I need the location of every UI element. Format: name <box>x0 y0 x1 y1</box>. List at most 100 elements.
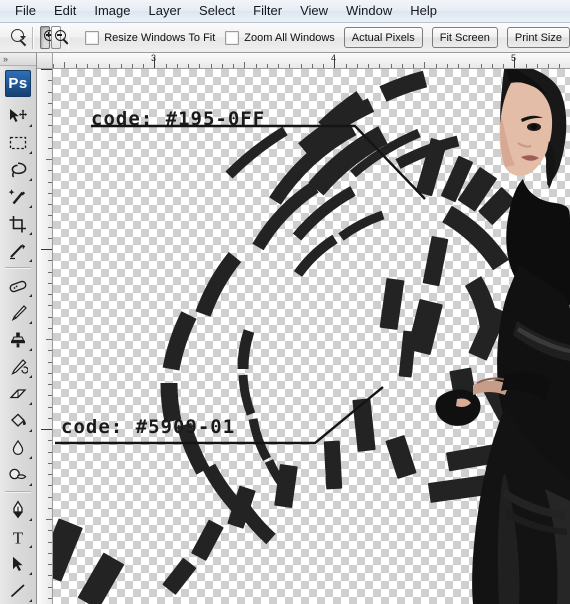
menu-view[interactable]: View <box>291 1 337 21</box>
ruler-tick <box>48 575 52 576</box>
flyout-corner-icon[interactable] <box>29 483 32 486</box>
ruler-tick <box>447 64 448 68</box>
menu-help[interactable]: Help <box>401 1 446 21</box>
rectangular-marquee-tool[interactable] <box>3 129 33 156</box>
blur-tool[interactable] <box>3 434 33 461</box>
flyout-corner-icon[interactable] <box>29 518 32 521</box>
flyout-corner-icon[interactable] <box>29 124 32 127</box>
clone-stamp-tool[interactable] <box>3 326 33 353</box>
move-tool[interactable] <box>3 102 33 129</box>
history-brush-tool[interactable] <box>3 353 33 380</box>
toolbox-panel: » Ps <box>0 53 37 604</box>
ruler-tick <box>48 440 52 441</box>
ruler-tick <box>166 64 167 68</box>
ruler-tick <box>46 519 52 520</box>
ruler-tick <box>48 238 52 239</box>
ruler-tick <box>53 64 54 68</box>
vertical-ruler[interactable] <box>37 69 53 604</box>
slice-icon <box>8 242 28 260</box>
actual-pixels-button[interactable]: Actual Pixels <box>344 27 423 48</box>
fit-screen-button[interactable]: Fit Screen <box>432 27 498 48</box>
menu-filter[interactable]: Filter <box>244 1 291 21</box>
ruler-tick <box>244 62 245 68</box>
path-selection-tool[interactable] <box>3 550 33 577</box>
code-label-top: code: #195-0FF <box>91 109 265 129</box>
menu-window[interactable]: Window <box>337 1 401 21</box>
flyout-corner-icon[interactable] <box>29 205 32 208</box>
menu-select[interactable]: Select <box>190 1 244 21</box>
flyout-corner-icon[interactable] <box>29 429 32 432</box>
zoom-all-windows-label: Zoom All Windows <box>244 32 334 44</box>
ruler-tick <box>143 64 144 68</box>
ruler-tick <box>222 64 223 68</box>
ruler-tick <box>267 64 268 68</box>
zoom-out-button[interactable] <box>51 26 61 49</box>
healing-brush-tool[interactable] <box>3 272 33 299</box>
ruler-tick <box>48 103 52 104</box>
active-tool-zoom-icon[interactable] <box>8 27 16 49</box>
flyout-corner-icon[interactable] <box>29 599 32 602</box>
options-divider-2 <box>68 27 69 49</box>
brush-tool[interactable] <box>3 299 33 326</box>
flyout-corner-icon[interactable] <box>29 572 32 575</box>
resize-windows-to-fit-option[interactable]: Resize Windows To Fit <box>85 31 215 45</box>
flyout-corner-icon[interactable] <box>29 321 32 324</box>
ruler-tick <box>48 384 52 385</box>
flyout-corner-icon[interactable] <box>29 375 32 378</box>
horizontal-ruler[interactable]: 345 <box>53 53 570 69</box>
slice-tool[interactable] <box>3 237 33 264</box>
ruler-tick <box>177 64 178 68</box>
ruler-tick <box>76 64 77 68</box>
ruler-tick <box>121 64 122 68</box>
paint-bucket-icon <box>8 412 28 430</box>
menu-image[interactable]: Image <box>85 1 139 21</box>
healing-brush-icon <box>7 277 29 295</box>
zoom-all-windows-checkbox[interactable] <box>225 31 239 45</box>
photoshop-logo: Ps <box>5 70 31 97</box>
ruler-tick <box>48 418 52 419</box>
document-canvas[interactable]: code: #195-0FF code: #5909-01 <box>53 69 570 604</box>
ruler-tick <box>368 64 369 68</box>
menu-file[interactable]: File <box>6 1 45 21</box>
crop-tool[interactable] <box>3 210 33 237</box>
type-tool[interactable]: T <box>3 523 33 550</box>
ruler-tick <box>87 64 88 68</box>
zoom-in-button[interactable] <box>40 26 50 49</box>
ruler-tick <box>48 80 52 81</box>
ruler-tick <box>48 283 52 284</box>
flyout-corner-icon[interactable] <box>29 545 32 548</box>
ruler-tick <box>48 260 52 261</box>
flyout-corner-icon[interactable] <box>29 456 32 459</box>
flyout-corner-icon[interactable] <box>29 178 32 181</box>
flyout-corner-icon[interactable] <box>29 294 32 297</box>
pen-tool[interactable] <box>3 496 33 523</box>
ruler-tick <box>469 64 470 68</box>
flyout-corner-icon[interactable] <box>29 151 32 154</box>
flyout-corner-icon[interactable] <box>29 232 32 235</box>
ruler-tick <box>48 362 52 363</box>
flyout-corner-icon[interactable] <box>29 259 32 262</box>
line-shape-icon <box>8 582 28 600</box>
zoom-all-windows-option[interactable]: Zoom All Windows <box>225 31 334 45</box>
ruler-origin-corner[interactable] <box>37 53 53 69</box>
resize-windows-to-fit-checkbox[interactable] <box>85 31 99 45</box>
ruler-label: 4 <box>329 53 336 63</box>
ruler-tick <box>199 64 200 68</box>
toolbox-collapse-handle[interactable]: » <box>0 53 36 66</box>
flyout-corner-icon[interactable] <box>29 402 32 405</box>
code-label-bottom: code: #5909-01 <box>61 417 235 437</box>
print-size-button[interactable]: Print Size <box>507 27 570 48</box>
line-tool[interactable] <box>3 577 33 604</box>
ruler-tick <box>436 64 437 68</box>
options-divider-1 <box>32 27 33 49</box>
magic-wand-tool[interactable] <box>3 183 33 210</box>
paint-bucket-tool[interactable] <box>3 407 33 434</box>
ruler-tick <box>301 64 302 68</box>
flyout-corner-icon[interactable] <box>29 348 32 351</box>
dodge-tool[interactable] <box>3 461 33 488</box>
menu-edit[interactable]: Edit <box>45 1 85 21</box>
eraser-tool[interactable] <box>3 380 33 407</box>
lasso-tool[interactable] <box>3 156 33 183</box>
ruler-tick <box>48 530 52 531</box>
menu-layer[interactable]: Layer <box>140 1 191 21</box>
